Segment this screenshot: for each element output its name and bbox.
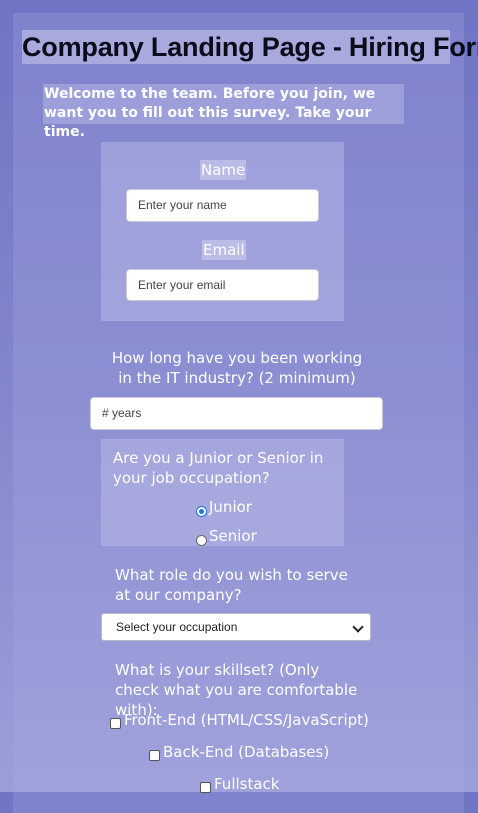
experience-input[interactable]: # years bbox=[90, 397, 383, 430]
intro-text: Welcome to the team. Before you join, we… bbox=[43, 84, 404, 140]
name-input[interactable]: Enter your name bbox=[126, 189, 319, 222]
page-title: Company Landing Page - Hiring Form bbox=[22, 30, 478, 64]
frontend-checkbox[interactable] bbox=[110, 718, 121, 729]
junior-label: Junior bbox=[209, 498, 252, 516]
level-question: Are you a Junior or Senior in your job o… bbox=[113, 449, 324, 487]
backend-label: Back-End (Databases) bbox=[163, 743, 330, 761]
role-question: What role do you wish to serve at our co… bbox=[115, 566, 348, 604]
chevron-down-icon bbox=[352, 621, 364, 633]
name-placeholder: Enter your name bbox=[138, 198, 227, 212]
email-placeholder: Enter your email bbox=[138, 278, 226, 292]
experience-placeholder: # years bbox=[102, 406, 142, 420]
occupation-selected: Select your occupation bbox=[116, 620, 238, 634]
backend-checkbox[interactable] bbox=[149, 750, 160, 761]
email-input[interactable]: Enter your email bbox=[126, 269, 319, 301]
senior-radio[interactable] bbox=[196, 535, 207, 546]
frontend-label: Front-End (HTML/CSS/JavaScript) bbox=[124, 711, 369, 729]
email-label: Email bbox=[202, 240, 246, 260]
junior-radio[interactable] bbox=[196, 506, 207, 517]
senior-label: Senior bbox=[209, 527, 257, 545]
fullstack-checkbox[interactable] bbox=[200, 782, 211, 793]
experience-question: How long have you been working in the IT… bbox=[111, 349, 363, 387]
occupation-select[interactable]: Select your occupation bbox=[101, 613, 371, 641]
fullstack-label: Fullstack bbox=[214, 775, 280, 793]
name-label: Name bbox=[200, 160, 247, 180]
